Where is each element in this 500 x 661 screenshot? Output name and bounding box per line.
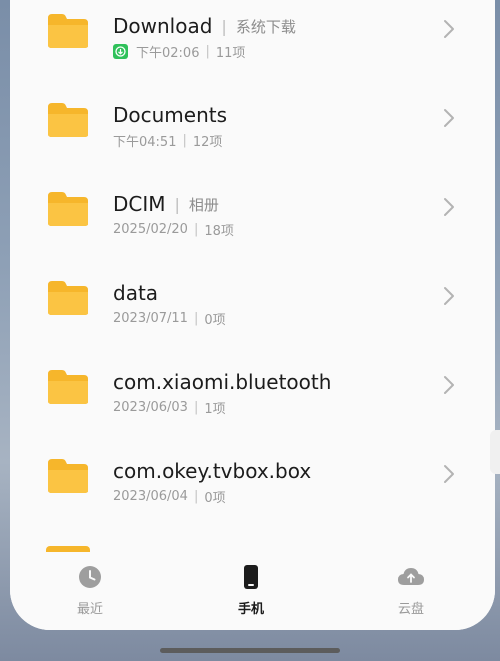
folder-time: 下午04:51 [113,135,177,150]
folder-meta: 2023/06/03 | 1项 [113,398,226,417]
folder-icon [48,281,88,315]
meta-separator: | [193,400,199,415]
download-badge-icon [113,44,128,59]
folder-time: 2023/06/03 [113,400,188,415]
folder-count: 0项 [204,313,226,328]
folder-meta: 2023/06/04 | 0项 [113,487,226,506]
chevron-right-icon [444,376,454,394]
tab-recent[interactable]: 最近 [50,564,130,617]
folder-name: Download | 系统下载 [113,14,296,38]
folder-count: 18项 [204,224,234,239]
cloud-icon [398,568,424,585]
folder-count: 0项 [204,491,226,506]
chevron-right-icon [444,465,454,483]
folder-meta: 下午02:06 | 11项 [113,42,245,61]
folder-count: 1项 [204,402,226,417]
clock-icon [79,566,101,588]
folder-time: 2025/02/20 [113,222,188,237]
tab-recent-label: 最近 [76,602,103,617]
meta-separator: | [193,489,199,504]
folder-row-download[interactable]: Download | 系统下载 下午02:06 | 11项 [10,14,495,113]
folder-name-text: Documents [113,103,228,127]
meta-separator: | [182,133,187,148]
folder-name: com.xiaomi.bluetooth [113,370,331,394]
phone-icon [244,565,258,589]
folder-meta: 2025/02/20 | 18项 [113,220,234,239]
tab-phone[interactable]: 手机 [211,564,291,617]
folder-name-text: com.okey.tvbox.box [113,459,312,483]
name-separator: | [221,16,227,36]
folder-icon [48,14,88,48]
name-separator: | [174,194,180,214]
folder-name-text: Download [113,14,213,38]
tab-cloud[interactable]: 云盘 [371,564,451,617]
folder-count: 12项 [192,135,223,150]
side-edge-handle[interactable] [490,430,500,474]
folder-name-text: DCIM [113,192,166,216]
chevron-right-icon [444,109,454,127]
file-manager-screen: Download | 系统下载 下午02:06 | 11项 Documents [10,0,495,630]
folder-icon [48,370,88,404]
folder-alias: 系统下载 [235,17,296,36]
folder-name: com.okey.tvbox.box [113,459,311,483]
chevron-right-icon [444,198,454,216]
folder-alias: 相册 [188,195,219,214]
folder-name-text: data [113,281,159,305]
folder-icon [48,459,88,493]
folder-row-com-xiaomi-bluetooth[interactable]: com.xiaomi.bluetooth 2023/06/03 | 1项 [10,370,495,469]
folder-row-documents[interactable]: Documents 下午04:51 | 12项 [10,103,495,202]
folder-row-partial[interactable] [10,538,495,552]
folder-count: 11项 [215,46,246,61]
chevron-right-icon [444,287,454,305]
tab-cloud-label: 云盘 [397,602,424,617]
meta-separator: | [193,311,199,326]
folder-icon [48,103,88,137]
tab-phone-label: 手机 [237,602,264,617]
folder-name: data [113,281,158,305]
folder-time: 下午02:06 [136,46,200,61]
folder-meta: 2023/07/11 | 0项 [113,309,226,328]
folder-icon [48,192,88,226]
folder-meta: 下午04:51 | 12项 [113,131,222,150]
folder-time: 2023/06/04 [113,489,188,504]
folder-row-dcim[interactable]: DCIM | 相册 2025/02/20 | 18项 [10,192,495,291]
folder-name: DCIM | 相册 [113,192,219,216]
bottom-tab-bar: 最近 手机 云盘 [10,552,495,630]
meta-separator: | [205,44,210,59]
meta-separator: | [193,222,199,237]
folder-row-data[interactable]: data 2023/07/11 | 0项 [10,281,495,380]
folder-name-text: com.xiaomi.bluetooth [113,370,332,394]
chevron-right-icon [444,20,454,38]
folder-name: Documents [113,103,227,127]
folder-time: 2023/07/11 [113,311,188,326]
home-indicator[interactable] [160,648,340,653]
